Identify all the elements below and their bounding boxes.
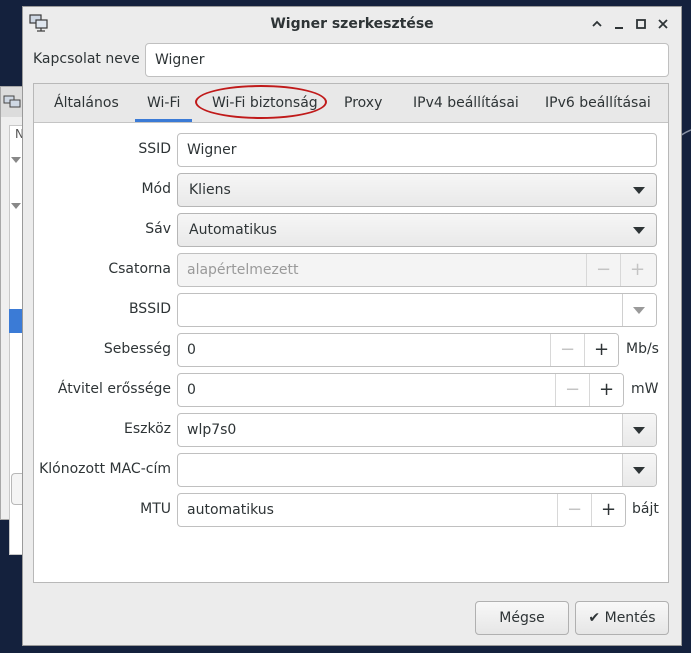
chevron-up-icon — [592, 20, 602, 27]
ssid-input[interactable]: Wigner — [177, 133, 657, 167]
tx-power-spinbox[interactable]: 0 − + — [177, 373, 624, 407]
checkmark-icon: ✔ — [588, 610, 601, 626]
connection-name-label: Kapcsolat neve — [33, 51, 140, 67]
dropdown-arrow-icon — [633, 187, 645, 194]
device-dropdown-button[interactable] — [622, 414, 656, 446]
dropdown-arrow-icon — [633, 427, 645, 434]
maximize-icon — [636, 19, 646, 29]
save-button-label: Mentés — [604, 610, 656, 626]
dropdown-arrow-icon — [633, 227, 645, 234]
background-window: N — [0, 86, 25, 555]
mtu-spinbox[interactable]: automatikus − + — [177, 493, 626, 527]
mode-dropdown[interactable]: Kliens — [177, 173, 657, 207]
connection-name-input[interactable]: Wigner — [145, 43, 669, 77]
channel-spinbox: alapértelmezett − + — [177, 253, 657, 287]
close-icon — [658, 19, 668, 29]
close-button[interactable] — [654, 15, 672, 33]
rate-increment-button[interactable]: + — [584, 334, 618, 366]
title-bar[interactable]: Wigner szerkesztése — [23, 7, 681, 41]
mode-value: Kliens — [189, 182, 231, 198]
network-connections-icon — [3, 95, 21, 108]
device-combo[interactable]: wlp7s0 — [177, 413, 657, 447]
tx-power-input[interactable]: 0 — [187, 382, 196, 398]
expander-arrow-icon[interactable] — [11, 203, 21, 209]
dropdown-arrow-icon — [633, 467, 645, 474]
channel-increment-button: + — [620, 254, 654, 286]
window-title: Wigner szerkesztése — [270, 16, 434, 32]
rate-decrement-button[interactable]: − — [550, 334, 584, 366]
bssid-combo[interactable] — [177, 293, 657, 327]
cancel-button[interactable]: Mégse — [475, 601, 569, 635]
tx-power-label: Átvitel erőssége — [57, 381, 171, 397]
rate-input[interactable]: 0 — [187, 342, 196, 358]
tab-wifi[interactable]: Wi-Fi — [135, 84, 192, 122]
cloned-mac-dropdown-button[interactable] — [622, 454, 656, 486]
tab-bar: Általános Wi-Fi Wi-Fi biztonság Proxy IP… — [34, 84, 668, 123]
band-value: Automatikus — [189, 222, 277, 238]
band-dropdown[interactable]: Automatikus — [177, 213, 657, 247]
edit-connection-dialog: Wigner szerkesztése Kapcsolat neve Wigne… — [22, 6, 682, 646]
rate-unit: Mb/s — [626, 341, 659, 357]
maximize-button[interactable] — [632, 15, 650, 33]
mtu-input[interactable]: automatikus — [187, 502, 274, 518]
minimize-icon — [615, 27, 623, 29]
channel-label: Csatorna — [108, 261, 171, 277]
cloned-mac-label: Klónozott MAC-cím — [39, 461, 171, 477]
mtu-label: MTU — [140, 501, 171, 517]
tab-ipv4[interactable]: IPv4 beállításai — [413, 84, 519, 122]
device-label: Eszköz — [123, 421, 171, 437]
minimize-button[interactable] — [610, 15, 628, 33]
mtu-unit: bájt — [632, 501, 659, 517]
tab-ipv6[interactable]: IPv6 beállításai — [545, 84, 651, 122]
tab-proxy[interactable]: Proxy — [344, 84, 382, 122]
shade-button[interactable] — [588, 15, 606, 33]
device-input[interactable]: wlp7s0 — [187, 422, 236, 438]
ssid-label: SSID — [138, 141, 171, 157]
channel-decrement-button: − — [586, 254, 620, 286]
cloned-mac-combo[interactable] — [177, 453, 657, 487]
channel-input: alapértelmezett — [187, 262, 299, 278]
mode-label: Mód — [141, 181, 171, 197]
rate-spinbox[interactable]: 0 − + — [177, 333, 619, 367]
tab-general[interactable]: Általános — [54, 84, 119, 122]
mtu-increment-button[interactable]: + — [591, 494, 625, 526]
tx-power-increment-button[interactable]: + — [589, 374, 623, 406]
bssid-label: BSSID — [128, 301, 171, 317]
bssid-dropdown-button[interactable] — [622, 294, 656, 326]
tx-power-unit: mW — [631, 381, 659, 397]
rate-label: Sebesség — [103, 341, 171, 357]
dropdown-arrow-icon — [633, 307, 645, 314]
tx-power-decrement-button[interactable]: − — [555, 374, 589, 406]
expander-arrow-icon[interactable] — [11, 157, 21, 163]
save-button[interactable]: ✔ Mentés — [575, 601, 669, 635]
tab-wifi-security[interactable]: Wi-Fi biztonság — [212, 84, 318, 122]
band-label: Sáv — [145, 221, 171, 237]
mtu-decrement-button[interactable]: − — [557, 494, 591, 526]
